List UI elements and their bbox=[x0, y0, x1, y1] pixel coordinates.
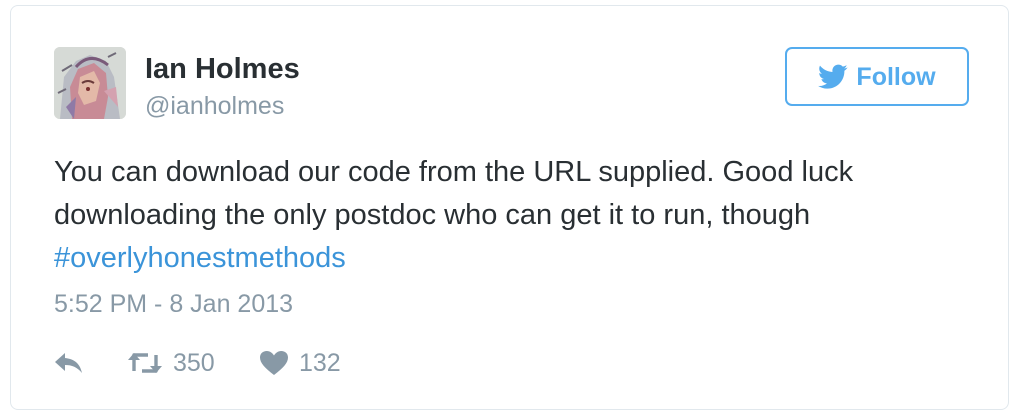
tweet-card: Ian Holmes @ianholmes Follow You can dow… bbox=[10, 5, 1009, 410]
retweet-icon bbox=[128, 353, 162, 373]
tweet-text: You can download our code from the URL s… bbox=[54, 151, 984, 280]
reply-icon bbox=[55, 353, 82, 373]
reply-button[interactable] bbox=[54, 346, 84, 380]
like-button[interactable]: 132 bbox=[259, 346, 341, 380]
heart-icon bbox=[260, 351, 288, 375]
avatar[interactable] bbox=[54, 47, 126, 119]
retweet-count: 350 bbox=[173, 349, 215, 377]
author-handle[interactable]: @ianholmes bbox=[145, 91, 284, 121]
hashtag-link[interactable]: #overlyhonestmethods bbox=[54, 242, 346, 274]
tweet-actions: 350 132 bbox=[54, 346, 454, 380]
tweet-timestamp[interactable]: 5:52 PM - 8 Jan 2013 bbox=[54, 289, 293, 319]
follow-button[interactable]: Follow bbox=[785, 47, 969, 106]
follow-button-label: Follow bbox=[856, 62, 936, 91]
twitter-bird-icon bbox=[818, 64, 848, 89]
avatar-image bbox=[54, 47, 126, 119]
like-count: 132 bbox=[299, 349, 341, 377]
author-name[interactable]: Ian Holmes bbox=[145, 52, 300, 86]
tweet-text-body: You can download our code from the URL s… bbox=[54, 156, 854, 231]
retweet-button[interactable]: 350 bbox=[127, 346, 215, 380]
